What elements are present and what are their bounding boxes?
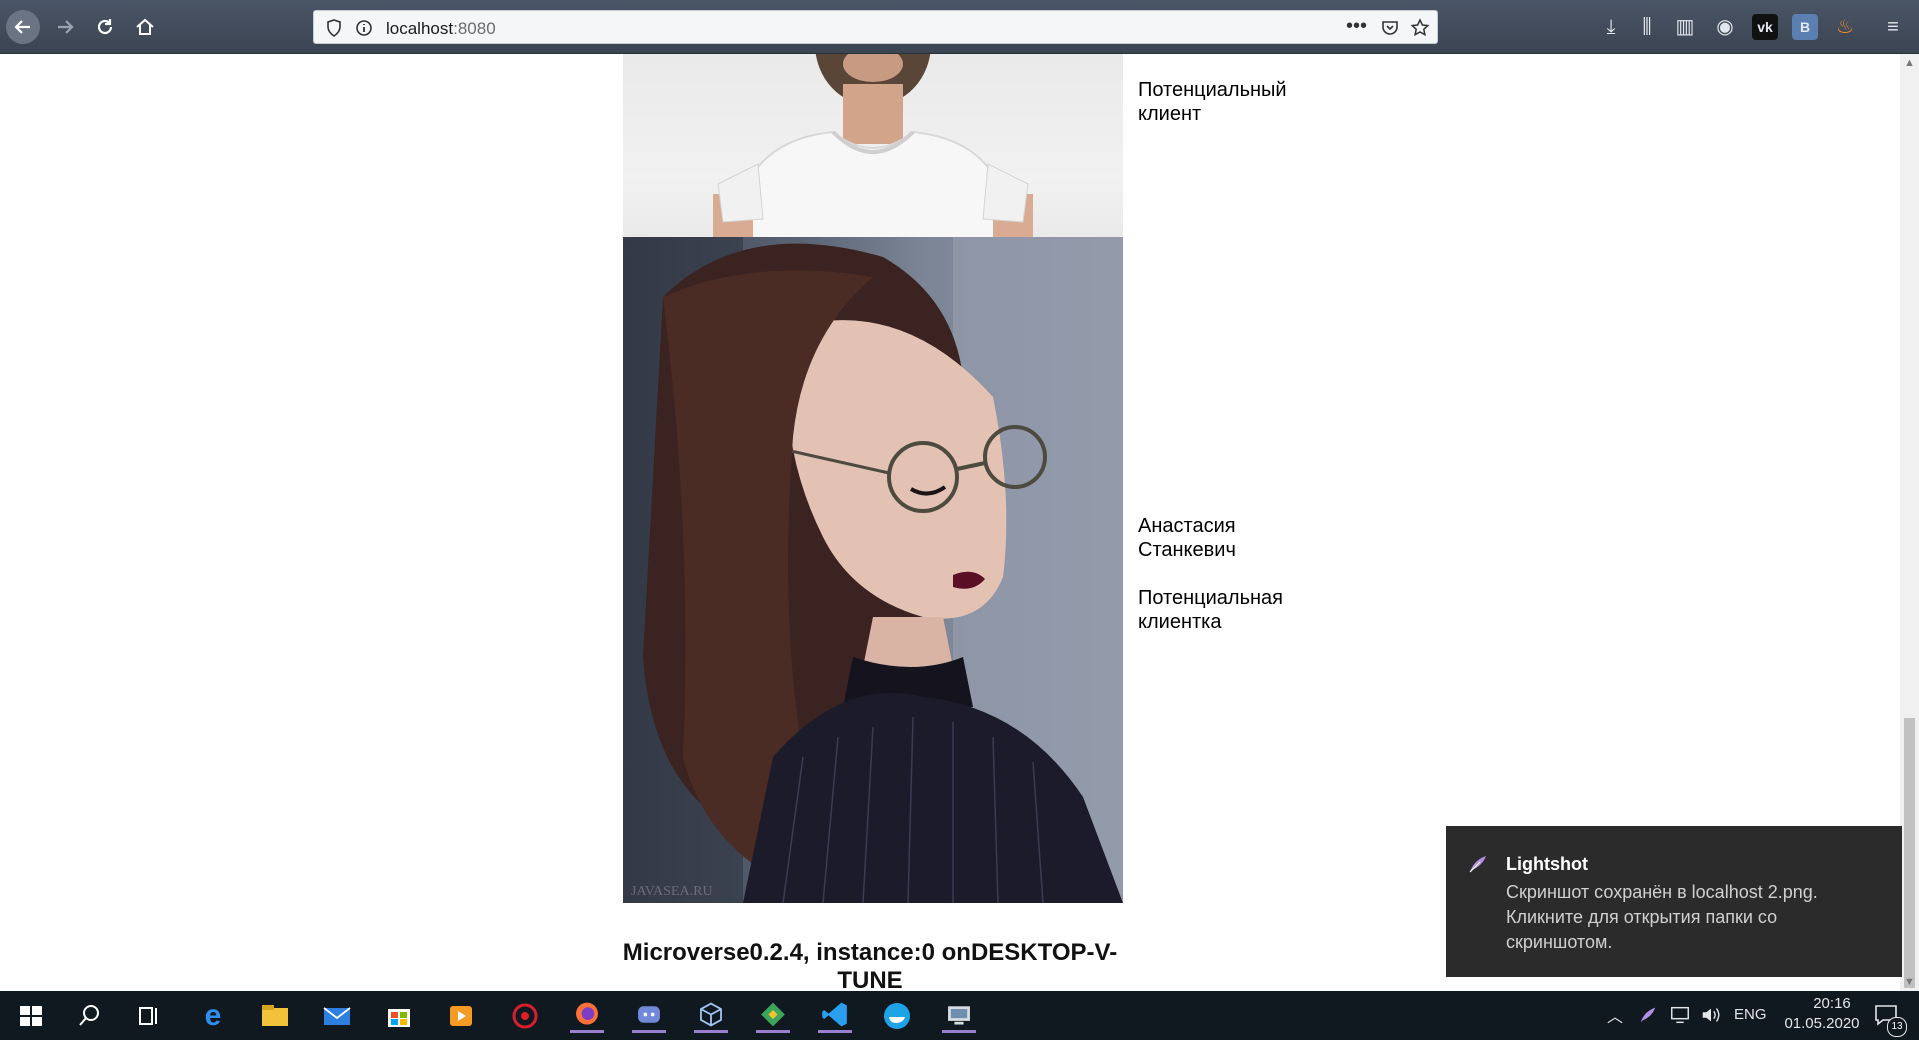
account-icon[interactable]: ◉: [1712, 14, 1738, 40]
sidebar-icon[interactable]: ▥: [1672, 14, 1698, 40]
shield-icon[interactable]: [324, 18, 344, 38]
firefox-icon[interactable]: [570, 999, 604, 1033]
docker-icon[interactable]: [880, 999, 914, 1033]
language-indicator[interactable]: ENG: [1734, 1006, 1767, 1023]
url-host: localhost: [386, 19, 454, 38]
card-2-name: Анастасия Станкевич: [1138, 515, 1236, 561]
edge-icon[interactable]: e: [196, 999, 230, 1033]
windows-taskbar: e ︿ ENG 20:16 01.05.2020 13: [0, 991, 1919, 1040]
virtualbox-icon[interactable]: [694, 999, 728, 1033]
card-1-role: Потенциальный клиент: [1138, 79, 1287, 125]
photo-watermark: JAVASEA.RU: [631, 884, 713, 899]
home-button[interactable]: [128, 10, 162, 44]
url-text[interactable]: localhost:8080: [386, 19, 496, 39]
volume-icon[interactable]: [1700, 1004, 1722, 1026]
home-icon: [136, 18, 154, 35]
page-scrollbar[interactable]: ▲ ▼: [1900, 54, 1919, 991]
mail-icon[interactable]: [320, 999, 354, 1033]
antivirus-icon[interactable]: [508, 999, 542, 1033]
pocket-icon[interactable]: [1380, 18, 1400, 38]
store-icon[interactable]: [382, 999, 416, 1033]
scroll-down-icon[interactable]: ▼: [1900, 973, 1919, 991]
scroll-up-icon[interactable]: ▲: [1900, 54, 1919, 72]
search-icon[interactable]: [72, 999, 106, 1033]
notification-count-badge: 13: [1887, 1017, 1907, 1037]
notification-body: Скриншот сохранён в localhost 2.png. Кли…: [1506, 882, 1818, 952]
back-button[interactable]: [6, 10, 40, 44]
reload-icon: [97, 19, 113, 35]
fire-extension-icon[interactable]: ♨: [1832, 14, 1858, 40]
lightshot-notification[interactable]: Lightshot Скриншот сохранён в localhost …: [1446, 826, 1902, 977]
forward-button[interactable]: [48, 10, 82, 44]
info-icon[interactable]: [354, 18, 374, 38]
task-view-icon[interactable]: [132, 999, 166, 1033]
bookmark-star-icon[interactable]: [1410, 18, 1430, 38]
arrow-left-icon: [14, 20, 30, 34]
page-footer-version: Microverse0.2.4, instance:0 onDESKTOP-V-…: [622, 939, 1118, 991]
card-2-role: Потенциальная клиентка: [1138, 587, 1283, 633]
more-actions-icon[interactable]: •••: [1346, 15, 1367, 38]
remote-desktop-icon[interactable]: [942, 999, 976, 1033]
downloads-icon[interactable]: ⤓: [1598, 14, 1624, 40]
menu-hamburger-icon[interactable]: ≡: [1880, 14, 1906, 40]
tray-expand-icon[interactable]: ︿: [1607, 1003, 1623, 1027]
client-photo-1: [623, 54, 1123, 268]
lightshot-tray-icon[interactable]: [1637, 1004, 1659, 1026]
vk-extension-icon[interactable]: vk: [1752, 14, 1778, 40]
clock-date[interactable]: 01.05.2020: [1777, 1015, 1867, 1032]
vk-saver-icon[interactable]: B: [1792, 14, 1818, 40]
library-icon[interactable]: ⫼: [1634, 14, 1660, 40]
media-player-icon[interactable]: [444, 999, 478, 1033]
scrollbar-thumb[interactable]: [1904, 718, 1915, 988]
gitkraken-icon[interactable]: [756, 999, 790, 1033]
client-photo-2: JAVASEA.RU: [623, 237, 1123, 903]
lightshot-feather-icon: [1469, 856, 1486, 873]
url-port: :8080: [453, 19, 496, 38]
network-icon[interactable]: [1669, 1004, 1691, 1026]
windows-start-icon[interactable]: [14, 999, 48, 1033]
clock-time[interactable]: 20:16: [1797, 995, 1867, 1012]
discord-icon[interactable]: [632, 999, 666, 1033]
notification-title: Lightshot: [1506, 854, 1588, 874]
reload-button[interactable]: [88, 10, 122, 44]
arrow-right-icon: [58, 20, 74, 34]
browser-toolbar: localhost:8080 ••• ⤓ ⫼ ▥ ◉ vk B ♨ ≡: [0, 0, 1919, 54]
file-explorer-icon[interactable]: [258, 999, 292, 1033]
address-bar[interactable]: localhost:8080 •••: [313, 10, 1438, 44]
vscode-icon[interactable]: [818, 999, 852, 1033]
